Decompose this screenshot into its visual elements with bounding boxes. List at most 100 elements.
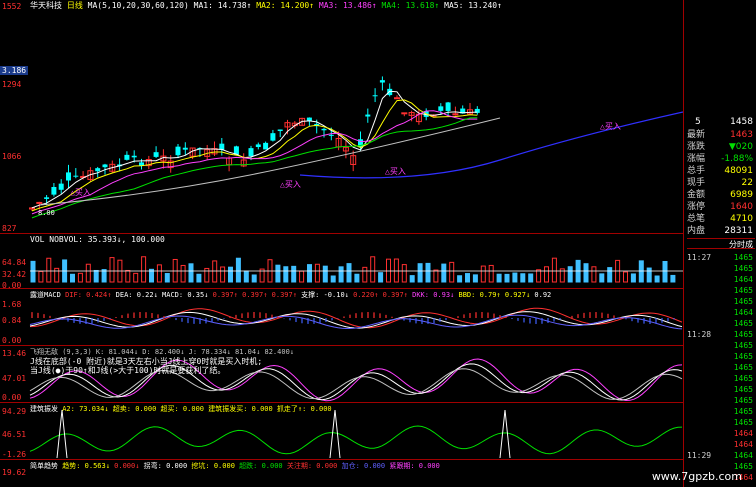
moving-averages: [31, 90, 683, 219]
candle-body: [365, 114, 371, 117]
tick-row: 11:28 1465: [687, 329, 755, 340]
volume-bar: [156, 264, 162, 283]
volume-bar: [346, 263, 352, 283]
volume-bar: [599, 273, 605, 283]
volume-bar: [330, 275, 336, 283]
candle-body: [153, 152, 159, 157]
volume-bars: [30, 256, 683, 283]
volume-bar: [433, 269, 439, 283]
tick-row: 1465: [687, 351, 755, 362]
macd-lines: [29, 307, 683, 330]
tick-row: 1465: [687, 263, 755, 274]
volume-bar: [38, 270, 44, 283]
candle-body: [438, 106, 444, 111]
tab-ticks[interactable]: 分时成: [687, 238, 755, 249]
volume-bar: [378, 272, 384, 283]
volume-bar: [472, 274, 478, 283]
volume-bar: [504, 273, 510, 283]
tick-row: 1465: [687, 340, 755, 351]
low-price-label: 8.00: [38, 209, 55, 217]
trend-item: 0.000↓: [114, 462, 140, 470]
volume-bar: [164, 273, 170, 283]
bottom-axis: 46.51: [2, 430, 27, 439]
ma1-value: MA1: 14.738↑: [193, 1, 252, 10]
chart-header: 华天科技 日线 MA(5,10,20,30,60,120) MA1: 14.73…: [30, 1, 502, 11]
volume-bar: [630, 273, 636, 283]
volume-axis: 64.84: [2, 258, 27, 267]
ma-params: MA(5,10,20,30,60,120): [87, 1, 189, 10]
volume-bar: [85, 263, 91, 283]
tick-row: 1464: [687, 274, 755, 285]
volume-bar: [591, 266, 597, 283]
volume-bar: [307, 264, 312, 283]
price-axis-marker: 3.186: [0, 66, 29, 75]
tick-row: 1464: [687, 307, 755, 318]
macd-dif: DIF: 0.424↑: [65, 291, 112, 299]
volume-bar: [623, 271, 628, 283]
tick-price: 1465: [733, 297, 753, 306]
quote-value: 28311: [724, 226, 753, 236]
volume-bar: [417, 263, 423, 283]
macd-support: 支撑: -0.10↓: [301, 291, 349, 299]
macd-item: 0.397↑: [212, 291, 238, 299]
kdj-axis: 47.01: [2, 374, 27, 383]
volume-header: VOL NOBVOL: 35.393↓, 100.000: [30, 235, 165, 244]
indicator-values: A2: 73.034↓ 超卖: 0.000 超买: 0.000 建筑振发买: 0…: [62, 405, 332, 413]
volume-bar: [180, 264, 186, 283]
volume-bar: [362, 266, 368, 283]
volume-bar: [299, 270, 305, 283]
volume-bar: [646, 267, 652, 283]
panel-divider: [0, 459, 683, 460]
stock-name[interactable]: 华天科技: [30, 1, 62, 10]
bottom-axis: 94.29: [2, 407, 27, 416]
volume-bar: [544, 266, 549, 283]
tick-price: 1464: [733, 275, 753, 284]
volume-bar: [54, 267, 60, 283]
macd-item: 0.397↑: [271, 291, 297, 299]
volume-bar: [512, 272, 518, 283]
kdj-note: 当J线(●)于90↑和J线(>大于100)时就是要获利了结。: [30, 366, 226, 375]
volume-bar: [228, 266, 233, 283]
pivot-number: 5: [695, 117, 701, 127]
volume-bar: [528, 273, 534, 283]
tick-price: 1465: [733, 385, 753, 394]
pivot-price: 1458: [730, 117, 753, 127]
volume-bar: [46, 257, 52, 283]
candle-body: [66, 172, 71, 181]
volume-bar: [607, 267, 613, 283]
volume-bar: [77, 272, 83, 283]
candle-body: [73, 175, 79, 177]
volume-bar: [662, 261, 668, 283]
kdj-header: 飞翔无敌 (9,3,3) K: 81.044↓ D: 82.400↓ J: 78…: [30, 348, 295, 356]
buy-signal: △买入: [385, 167, 406, 176]
bottom-indicator-header: 建筑振发 A2: 73.034↓ 超卖: 0.000 超买: 0.000 建筑振…: [30, 404, 332, 414]
buy-signal: △买入: [280, 180, 301, 189]
quote-panel: 5 1458 最新 1463 涨跌 ▼020 涨幅 -1.88% 总手 48091 现手 22 金额…: [683, 0, 756, 487]
candle-body: [182, 147, 188, 150]
candle-body: [124, 154, 130, 160]
volume-bar: [480, 265, 486, 283]
volume-bar: [291, 265, 297, 283]
tick-price: 1465: [733, 319, 753, 328]
macd-value: MACD: 0.35↓: [162, 291, 209, 299]
candle-body: [255, 144, 261, 148]
volume-bar: [212, 260, 218, 283]
tick-price: 1465: [733, 341, 753, 350]
ma5-value: MA5: 13.240↑: [444, 1, 502, 10]
tick-price: 1464: [733, 440, 753, 449]
tick-row: 11:29 1464: [687, 450, 755, 461]
volume-bar: [243, 270, 249, 283]
kdj-axis: 13.46: [2, 349, 27, 358]
volume-bar: [370, 256, 376, 283]
candle-body: [95, 168, 101, 172]
volume-bar: [409, 275, 415, 283]
period-label[interactable]: 日线: [67, 1, 83, 10]
volume-bar: [101, 269, 107, 283]
candle-body: [401, 112, 408, 115]
tick-row: 1465: [687, 362, 755, 373]
volume-bar: [204, 267, 210, 283]
panel-divider: [0, 288, 683, 289]
tab-label[interactable]: 分时成: [729, 239, 753, 250]
tick-row: 1465: [687, 406, 755, 417]
candle-body: [51, 187, 57, 195]
